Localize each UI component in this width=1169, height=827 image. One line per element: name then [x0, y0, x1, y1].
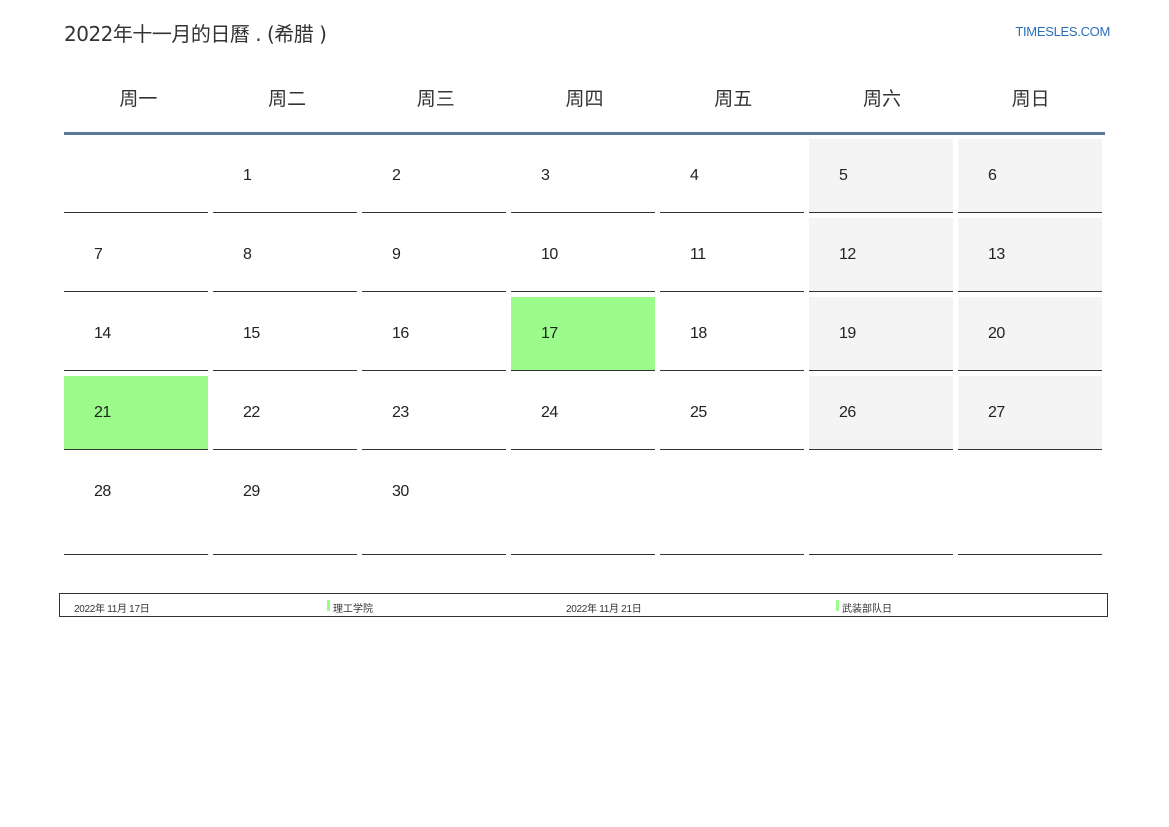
day-number: 20	[988, 325, 1005, 342]
legend-holiday-name: 理工学院	[333, 604, 373, 615]
day-cell: 3	[511, 139, 655, 213]
day-number: 19	[839, 325, 856, 342]
holiday-color-swatch	[327, 600, 330, 611]
day-cell: 8	[213, 218, 357, 292]
day-number: 16	[392, 325, 409, 342]
day-cell	[958, 455, 1102, 555]
calendar-grid: 1 2 3 4 5 6 7 8 9 10 11 12 13 14 15 16 1…	[64, 139, 1107, 555]
day-number: 25	[690, 404, 707, 421]
weekday-tue: 周二	[268, 88, 307, 110]
day-cell: 22	[213, 376, 357, 450]
day-cell	[660, 455, 804, 555]
holiday-legend: 2022年 11月 17日 理工学院 2022年 11月 21日 武装部队日	[59, 593, 1108, 617]
day-cell: 11	[660, 218, 804, 292]
day-number: 24	[541, 404, 558, 421]
day-cell-weekend: 6	[958, 139, 1102, 213]
weekday-mon: 周一	[119, 88, 158, 110]
day-cell-weekend: 12	[809, 218, 953, 292]
day-cell-holiday: 21	[64, 376, 208, 450]
day-number: 17	[541, 325, 558, 342]
day-cell: 24	[511, 376, 655, 450]
day-cell: 9	[362, 218, 506, 292]
day-cell: 15	[213, 297, 357, 371]
day-number: 18	[690, 325, 707, 342]
day-number: 22	[243, 404, 260, 421]
day-number: 11	[690, 246, 706, 263]
legend-date: 2022年 11月 17日	[74, 604, 150, 615]
day-number: 14	[94, 325, 111, 342]
day-number: 1	[243, 167, 252, 184]
day-cell-weekend: 26	[809, 376, 953, 450]
weekday-header-row: 周一 周二 周三 周四 周五 周六 周日	[64, 80, 1105, 135]
day-number: 5	[839, 167, 848, 184]
day-cell-weekend: 20	[958, 297, 1102, 371]
day-cell: 16	[362, 297, 506, 371]
day-cell: 30	[362, 455, 506, 555]
day-number: 21	[94, 404, 111, 421]
day-cell-weekend: 13	[958, 218, 1102, 292]
weekday-thu: 周四	[565, 88, 604, 110]
weekday-sun: 周日	[1011, 88, 1050, 110]
day-cell: 28	[64, 455, 208, 555]
day-number: 10	[541, 246, 558, 263]
day-number: 7	[94, 246, 103, 263]
day-number: 13	[988, 246, 1005, 263]
day-number: 8	[243, 246, 252, 263]
legend-date: 2022年 11月 21日	[566, 604, 642, 615]
legend-entry: 武装部队日	[836, 600, 892, 615]
day-number: 29	[243, 483, 260, 500]
day-number: 30	[392, 483, 409, 500]
holiday-color-swatch	[836, 600, 839, 611]
day-number: 12	[839, 246, 856, 263]
day-cell: 25	[660, 376, 804, 450]
day-cell: 7	[64, 218, 208, 292]
day-number: 26	[839, 404, 856, 421]
day-cell	[809, 455, 953, 555]
day-cell: 4	[660, 139, 804, 213]
day-number: 27	[988, 404, 1005, 421]
day-number: 4	[690, 167, 699, 184]
day-cell: 23	[362, 376, 506, 450]
day-cell: 10	[511, 218, 655, 292]
day-cell-holiday: 17	[511, 297, 655, 371]
weekday-fri: 周五	[714, 88, 753, 110]
day-number: 28	[94, 483, 111, 500]
day-number: 6	[988, 167, 997, 184]
day-cell-weekend: 5	[809, 139, 953, 213]
day-number: 2	[392, 167, 401, 184]
day-cell: 2	[362, 139, 506, 213]
day-number: 9	[392, 246, 401, 263]
day-cell	[64, 139, 208, 213]
day-cell: 29	[213, 455, 357, 555]
day-cell	[511, 455, 655, 555]
page-title: 2022年十一月的日曆 . (希腊 )	[64, 22, 327, 46]
day-number: 23	[392, 404, 409, 421]
day-cell-weekend: 27	[958, 376, 1102, 450]
day-cell-weekend: 19	[809, 297, 953, 371]
day-cell: 14	[64, 297, 208, 371]
weekday-sat: 周六	[862, 88, 901, 110]
legend-holiday-name: 武装部队日	[842, 604, 892, 615]
day-number: 3	[541, 167, 550, 184]
day-cell: 18	[660, 297, 804, 371]
legend-entry: 理工学院	[327, 600, 373, 615]
site-link[interactable]: TIMESLES.COM	[1015, 24, 1110, 39]
day-cell: 1	[213, 139, 357, 213]
day-number: 15	[243, 325, 260, 342]
weekday-wed: 周三	[416, 88, 455, 110]
